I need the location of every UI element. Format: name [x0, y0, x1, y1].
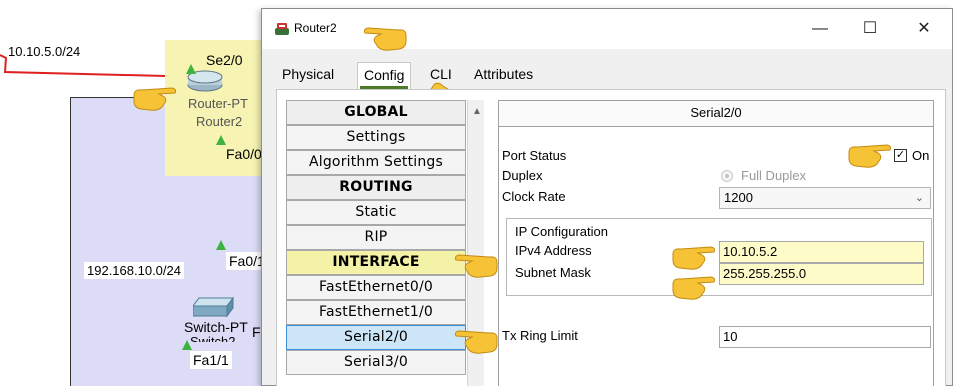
window-titlebar[interactable]: Router2 — ☐ ✕: [262, 9, 952, 49]
router-app-icon: [275, 23, 289, 35]
nav-scrollbar[interactable]: ▲: [467, 100, 484, 386]
switch-port-fa0-1-label: Fa0/1: [226, 252, 262, 270]
ip-configuration-group: IP Configuration IPv4 Address 10.10.5.2 …: [506, 218, 932, 296]
switch-name-label: Switch2: [190, 334, 236, 342]
nav-header-routing: ROUTING: [286, 175, 466, 200]
maximize-button[interactable]: ☐: [850, 15, 890, 43]
ip-configuration-label: IP Configuration: [515, 224, 608, 239]
clock-rate-value: 1200: [724, 190, 753, 205]
nav-header-global: GLOBAL: [286, 100, 466, 125]
subnet-mask-input[interactable]: 255.255.255.0: [719, 263, 924, 285]
config-panel: GLOBAL Settings Algorithm Settings ROUTI…: [276, 89, 946, 386]
full-duplex-label: Full Duplex: [741, 168, 807, 183]
scroll-up-icon[interactable]: ▲: [472, 106, 482, 117]
duplex-label: Duplex: [502, 168, 543, 183]
port-up-marker-icon: [186, 64, 196, 74]
tab-attributes[interactable]: Attributes: [468, 62, 539, 90]
port-up-marker-icon: [182, 340, 192, 350]
clock-rate-label: Clock Rate: [502, 189, 566, 204]
router-name-label: Router2: [196, 114, 243, 129]
tx-ring-limit-input[interactable]: 10: [719, 326, 931, 348]
nav-item-fastethernet1-0[interactable]: FastEthernet1/0: [286, 300, 466, 325]
switch-model-label: Switch-PT: [184, 319, 248, 335]
nav-item-serial2-0[interactable]: Serial2/0: [286, 325, 466, 350]
router-port-se-label: Se2/0: [206, 52, 243, 68]
port-status-checkbox[interactable]: ✓: [894, 149, 907, 162]
close-button[interactable]: ✕: [904, 15, 944, 43]
switch-port-f-label: F: [252, 324, 261, 340]
tx-ring-limit-label: Tx Ring Limit: [502, 328, 578, 343]
router-port-fa0-label: Fa0/0: [226, 146, 262, 162]
interface-title: Serial2/0: [499, 101, 933, 127]
tab-label: Physical: [282, 66, 335, 82]
window-title: Router2: [294, 21, 337, 35]
nav-item-serial3-0[interactable]: Serial3/0: [286, 350, 466, 375]
tab-label: Config: [364, 67, 405, 83]
port-up-marker-icon: [216, 135, 226, 145]
full-duplex-radio: [721, 170, 733, 182]
ipv4-address-input[interactable]: 10.10.5.2: [719, 241, 924, 263]
switch-port-fa1-1-label: Fa1/1: [190, 351, 232, 369]
port-up-marker-icon: [216, 240, 226, 250]
clock-rate-select[interactable]: 1200 ⌄: [719, 187, 931, 209]
nav-header-interface: INTERFACE: [286, 250, 466, 275]
tab-cli[interactable]: CLI: [424, 62, 458, 90]
tab-label: CLI: [430, 66, 452, 82]
network-label-serial: 10.10.5.0/24: [8, 44, 81, 59]
ipv4-address-label: IPv4 Address: [515, 243, 592, 258]
tab-config[interactable]: Config: [357, 62, 412, 90]
subnet-mask-label: Subnet Mask: [515, 265, 591, 280]
nav-item-static[interactable]: Static: [286, 200, 466, 225]
switch-icon[interactable]: [193, 296, 237, 318]
tab-physical[interactable]: Physical: [276, 62, 340, 90]
config-nav-list: GLOBAL Settings Algorithm Settings ROUTI…: [286, 100, 466, 386]
minimize-button[interactable]: —: [800, 15, 840, 43]
router-config-window[interactable]: Router2 — ☐ ✕ Physical Config CLI Attrib…: [261, 8, 953, 386]
port-status-label: Port Status: [502, 148, 567, 163]
chevron-down-icon: ⌄: [914, 192, 924, 204]
interface-config-area: Serial2/0 Port Status ✓ On Duplex Full D…: [498, 100, 934, 386]
nav-item-algorithm-settings[interactable]: Algorithm Settings: [286, 150, 466, 175]
network-label-lan: 192.168.10.0/24: [84, 262, 184, 279]
tab-label: Attributes: [474, 66, 534, 82]
nav-item-settings[interactable]: Settings: [286, 125, 466, 150]
nav-item-fastethernet0-0[interactable]: FastEthernet0/0: [286, 275, 466, 300]
nav-item-rip[interactable]: RIP: [286, 225, 466, 250]
router-model-label: Router-PT: [188, 96, 248, 111]
port-status-on-label: On: [912, 148, 930, 163]
